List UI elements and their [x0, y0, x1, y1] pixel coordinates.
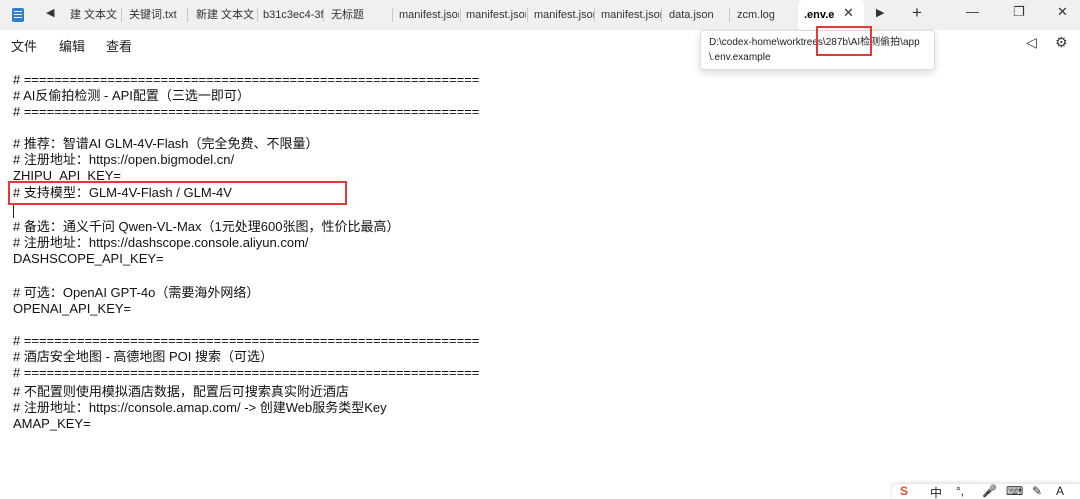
editor-line: # 备选：通义千问 Qwen-VL-Max（1元处理600张图，性价比最高）	[13, 219, 400, 234]
feedback-icon[interactable]: ◁	[1026, 34, 1037, 51]
ime-keyboard-icon[interactable]: ⌨	[1006, 484, 1023, 498]
tab-11[interactable]: zcm.log	[731, 0, 795, 30]
notepad-icon	[12, 8, 24, 22]
menu-file[interactable]: 文件	[11, 36, 37, 55]
editor-line: OPENAI_API_KEY=	[13, 301, 132, 316]
editor-line: # 注册地址：https://open.bigmodel.cn/	[13, 152, 235, 167]
tab-5[interactable]: 无标题	[325, 0, 389, 30]
window-close-icon[interactable]: ✕	[1057, 4, 1068, 20]
close-tab-icon[interactable]: ✕	[843, 5, 854, 21]
editor-line: # ======================================…	[13, 104, 480, 119]
maximize-icon[interactable]: ❐	[1013, 4, 1025, 20]
highlight-box-supported-models	[8, 181, 347, 205]
tab-2[interactable]: 关键词.txt	[123, 0, 187, 30]
ime-microphone-icon[interactable]: 🎤	[982, 484, 997, 498]
tab-3[interactable]: 新建 文本文ｌ	[190, 0, 256, 30]
tab-divider	[323, 8, 324, 22]
settings-gear-icon[interactable]: ⚙	[1055, 34, 1068, 51]
editor-line: # 酒店安全地图 - 高德地图 POI 搜索（可选）	[13, 349, 274, 364]
editor-line: # ======================================…	[13, 365, 480, 380]
ime-text-icon[interactable]: A	[1056, 484, 1064, 498]
minimize-icon[interactable]: —	[966, 4, 979, 19]
ime-brush-icon[interactable]: ✎	[1032, 484, 1042, 498]
editor-line: # AI反偷拍检测 - API配置（三选一即可）	[13, 88, 250, 103]
tab-divider	[729, 8, 730, 22]
tab-divider	[187, 8, 188, 22]
editor-line: DASHSCOPE_API_KEY=	[13, 251, 164, 266]
editor-line: # 推荐：智谱AI GLM-4V-Flash（完全免费、不限量）	[13, 136, 319, 151]
editor-line: # 注册地址：https://console.amap.com/ -> 创建We…	[13, 400, 387, 415]
menu-view[interactable]: 查看	[106, 36, 132, 55]
tab-9[interactable]: manifest.jsor	[595, 0, 661, 30]
tab-1[interactable]: 建 文本文ｌ	[64, 0, 120, 30]
ime-language-toggle[interactable]: 中	[930, 484, 942, 499]
text-caret	[13, 205, 14, 218]
ime-toolbar: S 中 °, 🎤 ⌨ ✎ A	[892, 484, 1080, 499]
editor-line: # ======================================…	[13, 333, 480, 348]
new-tab-icon[interactable]: +	[912, 3, 922, 23]
tab-8[interactable]: manifest.jsor	[528, 0, 594, 30]
highlight-box-path-segment	[816, 26, 872, 56]
tab-6[interactable]: manifest.jsor	[393, 0, 459, 30]
editor-line: # 不配置则使用模拟酒店数据，配置后可搜索真实附近酒店	[13, 384, 349, 399]
scroll-tabs-left-icon[interactable]: ◀	[46, 6, 54, 19]
ime-punctuation-icon[interactable]: °,	[956, 484, 964, 498]
menu-edit[interactable]: 编辑	[59, 36, 85, 55]
editor-line: # 可选：OpenAI GPT-4o（需要海外网络）	[13, 285, 260, 300]
tab-7[interactable]: manifest.jsor	[460, 0, 526, 30]
scroll-tabs-right-icon[interactable]: ▶	[876, 6, 884, 19]
ime-logo-icon[interactable]: S	[900, 484, 908, 498]
editor-line: # 注册地址：https://dashscope.console.aliyun.…	[13, 235, 309, 250]
tab-10[interactable]: data.json	[663, 0, 727, 30]
editor-line: AMAP_KEY=	[13, 416, 91, 431]
tab-divider	[661, 8, 662, 22]
tab-divider	[121, 8, 122, 22]
editor-line: # ======================================…	[13, 72, 480, 87]
text-editor[interactable]	[0, 58, 1080, 499]
tab-4[interactable]: b31c3ec4-3f	[257, 0, 323, 30]
